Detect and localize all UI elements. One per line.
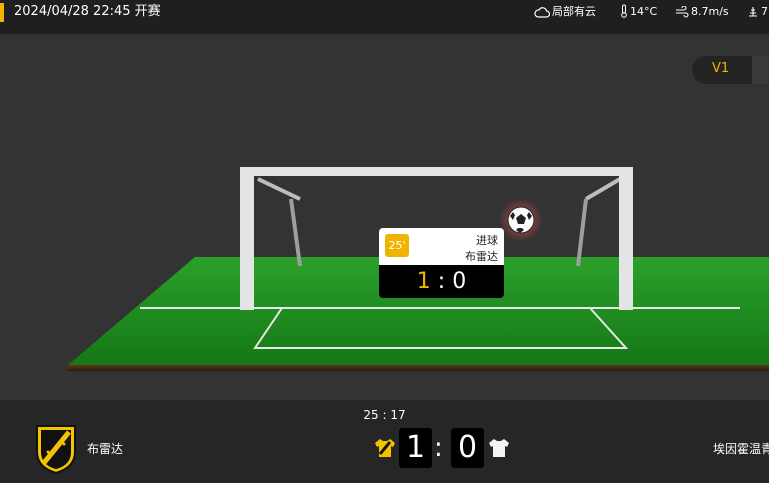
- event-home-score: 1: [416, 269, 431, 294]
- match-datetime: 2024/04/28 22:45 开赛: [14, 3, 161, 21]
- event-score: 1 : 0: [379, 265, 504, 298]
- wind-icon: [676, 5, 689, 18]
- wind-speed: 8.7m/s: [675, 4, 729, 20]
- goal-post-right: [619, 167, 633, 310]
- away-score-digit: 0: [451, 428, 484, 468]
- goal-back-left: [257, 177, 301, 201]
- goal-back-right: [584, 177, 622, 201]
- home-team-name: 布雷达: [87, 442, 124, 456]
- pitch-soil-edge: [68, 365, 769, 371]
- top-bar: 2024/04/28 22:45 开赛 局部有云 14°C 8.7m/s 7: [0, 0, 769, 34]
- scoreboard-bar: 25 : 17 布雷达 1 : 0 埃因霍温青: [0, 400, 769, 483]
- goal-post-left: [240, 167, 254, 310]
- home-score-digit: 1: [399, 428, 432, 468]
- ball-icon: [499, 198, 543, 242]
- weather-condition: 局部有云: [534, 4, 596, 20]
- match-status: 开赛: [134, 4, 161, 19]
- pitch-condition-icon: [749, 7, 757, 17]
- temperature-text: 14°C: [630, 5, 658, 18]
- event-minute: 25': [385, 234, 409, 257]
- weather-text: 局部有云: [552, 5, 596, 18]
- home-kit-icon: [375, 439, 395, 457]
- datetime-text: 2024/04/28 22:45: [14, 4, 131, 19]
- wind-text: 8.7m/s: [691, 5, 729, 18]
- goal-stay-left: [289, 198, 302, 267]
- goal-crossbar: [240, 167, 633, 176]
- home-team-logo: [36, 425, 76, 474]
- goal-stay-right: [576, 198, 588, 267]
- event-team: 布雷达: [465, 250, 498, 263]
- goal-event-card: 25' 进球 布雷达: [379, 228, 504, 265]
- event-away-score: 0: [452, 269, 467, 294]
- accent-marker: [0, 3, 4, 22]
- away-kit-icon: [489, 439, 509, 457]
- extra-text: 7: [761, 5, 768, 18]
- temperature: 14°C: [620, 4, 657, 20]
- cloud-icon: [534, 7, 551, 18]
- pitch-scene: [68, 167, 769, 371]
- thermometer-icon: [621, 4, 627, 18]
- match-clock: 25 : 17: [363, 408, 406, 422]
- event-score-separator: :: [437, 269, 446, 294]
- score-separator: :: [434, 433, 443, 463]
- event-type: 进球: [476, 234, 498, 247]
- extra-stat: 7: [747, 4, 768, 20]
- away-team-name: 埃因霍温青: [713, 442, 769, 456]
